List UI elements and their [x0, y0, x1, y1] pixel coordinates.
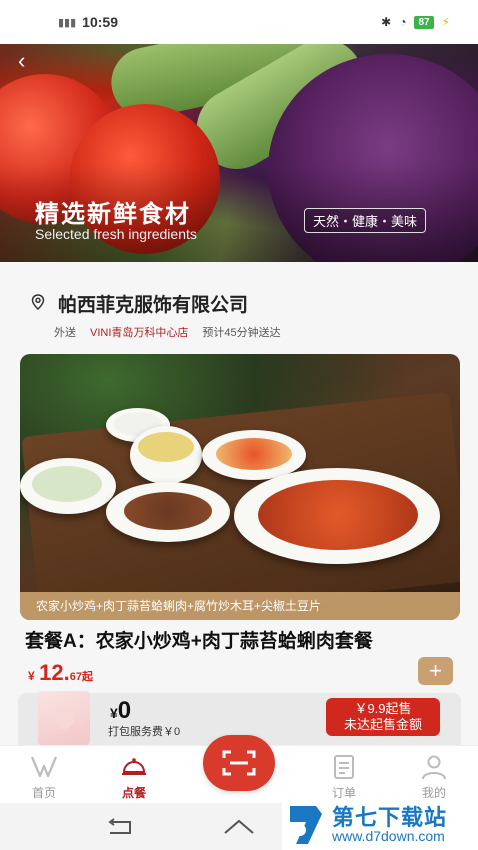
system-back-icon[interactable]	[106, 817, 134, 837]
battery-indicator: 87	[414, 15, 434, 29]
nav-mine[interactable]: 我的	[404, 754, 464, 801]
store-meta: 外送 VINI青岛万科中心店 预计45分钟送达	[54, 324, 281, 340]
hero-subtitle: Selected fresh ingredients	[35, 226, 197, 242]
nav-orders[interactable]: 订单	[314, 754, 374, 801]
scan-icon	[222, 750, 256, 776]
orders-list-icon	[334, 755, 354, 779]
site-logo-icon	[290, 806, 322, 844]
status-bar: ▮▮▮ 10:59 ✱ ◔ 87 ⚡	[0, 0, 478, 44]
product-card[interactable]: 农家小炒鸡+肉丁蒜苔蛤蜊肉+腐竹炒木耳+尖椒土豆片	[20, 354, 460, 620]
checkout-min-price: ￥9.9起售	[354, 701, 412, 716]
delivery-mode: 外送	[54, 327, 76, 339]
bluetooth-icon: ✱	[381, 15, 392, 29]
status-right: ✱ ◔ 87 ⚡	[381, 15, 450, 29]
cart-symbol: ¥	[110, 705, 118, 721]
checkout-button[interactable]: ￥9.9起售 未达起售金额	[326, 698, 440, 736]
meat-plate	[106, 482, 230, 542]
cloche-icon	[122, 758, 146, 775]
product-caption: 农家小炒鸡+肉丁蒜苔蛤蜊肉+腐竹炒木耳+尖椒土豆片	[20, 592, 460, 620]
packing-fee: 打包服务费￥0	[108, 726, 181, 738]
status-left: ▮▮▮ 10:59	[58, 14, 118, 30]
back-arrow-icon[interactable]: ‹	[18, 50, 25, 72]
hero-banner: ‹ 精选新鲜食材 Selected fresh ingredients 天然・健…	[0, 44, 478, 262]
checkout-status: 未达起售金额	[343, 717, 422, 732]
signal-icon: ▮▮▮	[58, 16, 77, 29]
cabbage-plate	[20, 458, 116, 514]
site-watermark: 第七下载站 www.d7down.com	[282, 798, 478, 850]
price-value: 12.	[39, 660, 70, 685]
nav-order-label: 点餐	[121, 786, 146, 800]
scan-button[interactable]	[203, 735, 275, 791]
store-branch[interactable]: VINI青岛万科中心店	[90, 324, 188, 340]
soup-bowl	[130, 426, 202, 484]
product-title[interactable]: 套餐A：农家小炒鸡+肉丁蒜苔蛤蜊肉套餐	[25, 626, 373, 653]
nav-home[interactable]: 首页	[14, 754, 74, 801]
system-home-icon[interactable]	[222, 817, 256, 837]
store-name[interactable]: 帕西菲克服饰有限公司	[58, 290, 248, 317]
chicken-plate	[234, 468, 440, 564]
user-icon	[422, 755, 446, 780]
charging-icon: ⚡	[441, 15, 450, 29]
price-decimal: 67起	[69, 671, 93, 683]
watermark-url: www.d7down.com	[332, 828, 445, 844]
add-to-cart-button[interactable]: +	[418, 657, 453, 685]
product-price: ¥ 12.67起	[28, 660, 93, 686]
price-symbol: ¥	[28, 669, 35, 683]
home-logo-icon	[30, 756, 58, 778]
shopping-bag-icon[interactable]	[38, 691, 90, 745]
status-time: 10:59	[82, 14, 118, 30]
wifi-icon: ◔	[399, 15, 407, 29]
location-pin-icon	[31, 294, 45, 310]
hero-tag: 天然・健康・美味	[304, 208, 427, 233]
nav-order[interactable]: 点餐	[104, 754, 164, 801]
cart-amount: 0	[117, 697, 132, 724]
store-info: 帕西菲克服饰有限公司 外送 VINI青岛万科中心店 预计45分钟送达	[0, 262, 478, 352]
delivery-eta: 预计45分钟送达	[202, 327, 281, 339]
cart-total: ¥0	[110, 697, 131, 725]
nav-home-label: 首页	[31, 786, 56, 800]
hero-title: 精选新鲜食材	[35, 201, 191, 228]
